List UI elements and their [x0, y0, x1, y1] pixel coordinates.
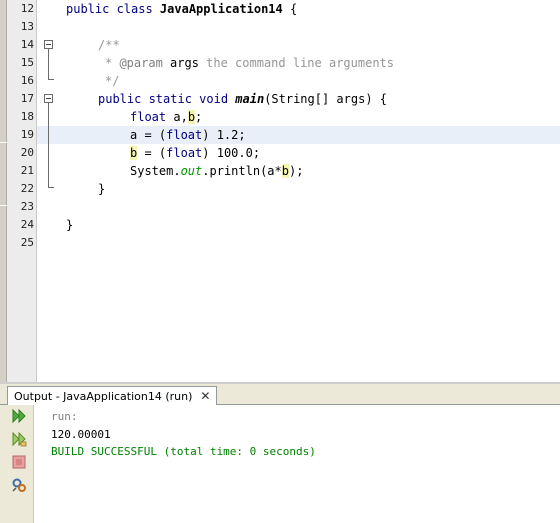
code-text: ); — [288, 164, 304, 178]
code-line-14: /** — [98, 38, 120, 52]
fold-collapse-icon[interactable] — [44, 94, 53, 103]
line-number: 15 — [20, 56, 34, 69]
code-text: (String[] args) { — [264, 92, 388, 106]
line-number: 19 — [20, 128, 34, 141]
keyword: float — [166, 128, 203, 142]
keyword: public static void — [98, 92, 236, 106]
code-line-20: b = (float) 100.0; — [130, 144, 260, 162]
code-line-22: } — [98, 182, 106, 196]
output-console[interactable]: run: 120.00001 BUILD SUCCESSFUL (total t… — [34, 405, 560, 523]
output-line-value: 120.00001 — [51, 428, 111, 441]
output-line-build-status: BUILD SUCCESSFUL (total time: 0 seconds) — [51, 445, 316, 458]
line-number: 21 — [20, 164, 34, 177]
code-line-24: } — [66, 218, 74, 232]
line-number: 24 — [20, 218, 34, 231]
output-toolbar — [0, 405, 34, 523]
occurrence-highlight: b — [281, 164, 289, 178]
current-line-highlight — [37, 126, 560, 144]
stop-icon[interactable] — [11, 454, 27, 470]
line-number: 14 — [20, 38, 34, 51]
code-text: System. — [130, 164, 181, 178]
fold-guide-end — [48, 79, 54, 80]
code-line-12: public class JavaApplication14 { — [66, 0, 297, 18]
code-text: = ( — [137, 146, 167, 160]
line-number: 16 — [20, 74, 34, 87]
fold-guide — [48, 49, 49, 79]
code-line-19: a = (float) 1.2; — [130, 126, 246, 144]
left-window-strip — [0, 0, 7, 382]
code-line-18: float a,b; — [130, 108, 202, 126]
fold-collapse-icon[interactable] — [44, 40, 53, 49]
code-line-15: * @param args the command line arguments — [105, 54, 394, 72]
line-number: 20 — [20, 146, 34, 159]
method-name: main — [235, 92, 265, 106]
tab-output-label: Output - JavaApplication14 (run) — [14, 389, 193, 403]
fold-guide-end — [48, 187, 54, 188]
code-text: ) 1.2; — [202, 128, 246, 142]
close-icon[interactable]: ✕ — [200, 388, 210, 405]
static-field: out — [180, 164, 203, 178]
fold-guide — [48, 103, 49, 187]
code-text: .println(a* — [202, 164, 282, 178]
strip-divider — [0, 142, 7, 143]
line-number: 17 — [20, 92, 34, 105]
line-number: 22 — [20, 182, 34, 195]
line-number: 25 — [20, 236, 34, 249]
line-number: 12 — [20, 2, 34, 15]
class-name: JavaApplication14 — [159, 2, 283, 16]
code-text: a = ( — [130, 128, 167, 142]
javadoc-tag: @param — [119, 56, 163, 70]
javadoc-param: args — [162, 56, 199, 70]
settings-icon[interactable] — [11, 477, 27, 493]
code-line-16: */ — [105, 74, 120, 88]
code-line-21: System.out.println(a*b); — [130, 162, 303, 180]
line-number: 23 — [20, 200, 34, 213]
output-line-run: run: — [51, 410, 78, 423]
comment-text: * — [105, 56, 120, 70]
occurrence-highlight: b — [187, 110, 196, 124]
strip-divider — [0, 205, 7, 206]
rerun-with-options-icon[interactable] — [11, 431, 27, 447]
code-line-17: public static void main(String[] args) { — [98, 90, 387, 108]
code-text: ) 100.0; — [202, 146, 261, 160]
line-number: 18 — [20, 110, 34, 123]
tab-output[interactable]: Output - JavaApplication14 (run) ✕ — [7, 386, 218, 405]
output-tab-bar: Output - JavaApplication14 (run) ✕ — [0, 384, 560, 405]
keyword: public class — [66, 2, 160, 16]
code-text: { — [282, 2, 298, 16]
rerun-icon[interactable] — [11, 408, 27, 424]
keyword: float — [166, 146, 203, 160]
line-number: 13 — [20, 20, 34, 33]
code-text: a, — [173, 110, 188, 124]
output-panel: Output - JavaApplication14 (run) ✕ run: … — [0, 384, 560, 523]
code-text: ; — [195, 110, 203, 124]
keyword: float — [130, 110, 174, 124]
comment-text: the command line arguments — [198, 56, 395, 70]
